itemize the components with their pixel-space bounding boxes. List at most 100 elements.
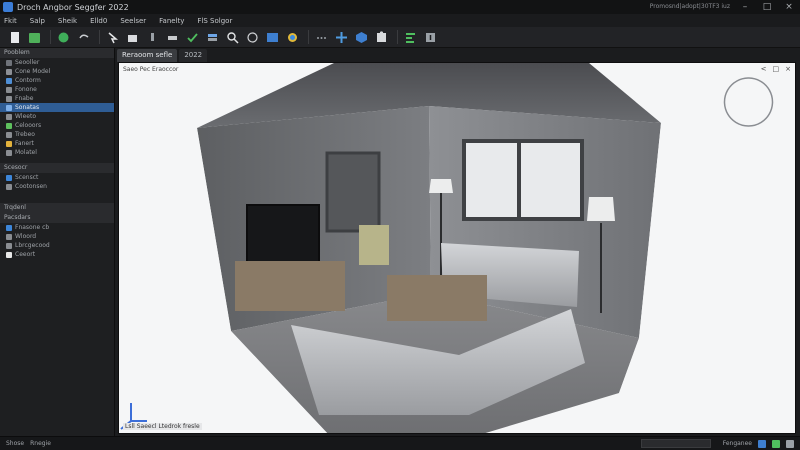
- status-fenganee[interactable]: Fenganee: [723, 440, 752, 447]
- menu-item-salp[interactable]: Salp: [30, 17, 45, 25]
- status-shose[interactable]: Shose: [6, 440, 24, 447]
- sidebar-item-rows_c-1[interactable]: Wloord: [0, 232, 114, 241]
- tree-node-icon: [6, 233, 12, 240]
- pen-icon[interactable]: [144, 29, 161, 45]
- tab-2022[interactable]: 2022: [179, 49, 208, 62]
- room-render[interactable]: [119, 63, 796, 434]
- window-controls: – □ ×: [734, 0, 800, 14]
- sidebar-item-label: Contorm: [15, 77, 41, 84]
- sidebar-item-label: Fonone: [15, 86, 37, 93]
- select-icon[interactable]: [104, 29, 121, 45]
- sidebar-item-rows_c-3[interactable]: Ceeort: [0, 250, 114, 259]
- toolbar-separator: [50, 30, 51, 44]
- sidebar-item-rows_c-0[interactable]: Fnasone cb: [0, 223, 114, 232]
- title-right-text: Promosnd|adopt|30TF3 iuz: [649, 3, 730, 10]
- sidebar-item-rows_a-0[interactable]: Seooller: [0, 58, 114, 67]
- floor-lamp-right-shade: [587, 197, 615, 221]
- globe-icon[interactable]: [55, 29, 72, 45]
- sidebar-item-rows_a-3[interactable]: Fonone: [0, 85, 114, 94]
- sidebar-item-rows_a-8[interactable]: Trebeo: [0, 130, 114, 139]
- title-bar: Droch Angbor Seggfer 2022 Promosnd|adopt…: [0, 0, 800, 14]
- tv-stand: [235, 261, 345, 311]
- menu-bar: Fkit Salp Sheik Elld0 Seelser Fanelty Fl…: [0, 14, 800, 27]
- sidebar-item-label: Trebeo: [15, 131, 35, 138]
- wall-picture-frame: [325, 151, 381, 233]
- status-rnegie[interactable]: Rnegie: [30, 440, 51, 447]
- sidebar-item-label: Wloord: [15, 233, 37, 240]
- status-green-icon[interactable]: [772, 439, 780, 448]
- zoom-icon[interactable]: [224, 29, 241, 45]
- scene-explorer-sidebar: Pooblem Seooller Cone Model Contorm Fonone F…: [0, 48, 115, 436]
- tab-reraoom-sefle[interactable]: Reraoom sefle: [117, 49, 178, 62]
- sidebar-item-label: Fnasone cb: [15, 224, 50, 231]
- undo-icon[interactable]: [75, 29, 92, 45]
- viewcube-icon[interactable]: [723, 77, 774, 127]
- menu-item-elld0[interactable]: Elld0: [90, 17, 107, 25]
- tree-node-icon: [6, 68, 12, 75]
- status-blue-icon[interactable]: [758, 439, 766, 448]
- puzzle-icon[interactable]: [373, 29, 390, 45]
- tv-screen: [246, 204, 320, 264]
- sidebar-item-rows_a-2[interactable]: Contorm: [0, 76, 114, 85]
- dots-icon[interactable]: [313, 29, 330, 45]
- close-button[interactable]: ×: [778, 0, 800, 14]
- save-icon[interactable]: [26, 29, 43, 45]
- status-search-field[interactable]: [640, 439, 711, 448]
- sidebar-item-rows_b-0[interactable]: Scensct: [0, 173, 114, 182]
- tree-node-icon: [6, 149, 12, 156]
- render-icon[interactable]: [284, 29, 301, 45]
- document-tabs: Reraoom sefle 2022: [115, 48, 800, 62]
- sidebar-item-label: Ceeort: [15, 251, 36, 258]
- minimize-button[interactable]: –: [734, 0, 756, 14]
- menu-item-fkit[interactable]: Fkit: [4, 17, 17, 25]
- toolbar-separator: [99, 30, 100, 44]
- menu-item-seelser[interactable]: Seelser: [120, 17, 146, 25]
- menu-item-fanelty[interactable]: Fanelty: [159, 17, 184, 25]
- coffee-table: [387, 275, 487, 321]
- window-title: Droch Angbor Seggfer 2022: [17, 2, 129, 12]
- align-icon[interactable]: [402, 29, 419, 45]
- tree-group-a: Seooller Cone Model Contorm Fonone Fnabe Sona…: [0, 58, 114, 157]
- sidebar-item-rows_a-6[interactable]: Wleeto: [0, 112, 114, 121]
- box-icon[interactable]: [124, 29, 141, 45]
- tree-node-icon: [6, 224, 12, 231]
- viewport-maximize-button[interactable]: □: [773, 65, 780, 73]
- app-icon: [3, 2, 13, 12]
- tree-group-c: Fnasone cb Wloord Lbrcgecood Ceeort: [0, 223, 114, 259]
- sidebar-item-rows_c-2[interactable]: Lbrcgecood: [0, 241, 114, 250]
- sidebar-item-label: Lbrcgecood: [15, 242, 50, 249]
- sidebar-item-rows_a-4[interactable]: Fnabe: [0, 94, 114, 103]
- status-bar: Shose Rnegie Fenganee: [0, 436, 800, 450]
- tree-node-icon: [6, 59, 12, 66]
- sidebar-item-rows_a-10[interactable]: Molatel: [0, 148, 114, 157]
- viewport-close-button[interactable]: ×: [785, 65, 791, 73]
- sidebar-item-rows_a-9[interactable]: Fanert: [0, 139, 114, 148]
- maximize-button[interactable]: □: [756, 0, 778, 14]
- image-icon[interactable]: [264, 29, 281, 45]
- 3d-viewport[interactable]: Saeo Pec Eraoccor < □ × Lsll Saeecl Lted…: [118, 62, 796, 434]
- sidebar-item-rows_b-1[interactable]: Cootonsen: [0, 182, 114, 191]
- new-file-icon[interactable]: [6, 29, 23, 45]
- layers-icon[interactable]: [204, 29, 221, 45]
- menu-item-sheik[interactable]: Sheik: [58, 17, 77, 25]
- tree-node-icon: [6, 131, 12, 138]
- status-gray-icon[interactable]: [786, 439, 794, 448]
- check-icon[interactable]: [184, 29, 201, 45]
- eraser-icon[interactable]: [164, 29, 181, 45]
- cube-icon[interactable]: [353, 29, 370, 45]
- move-icon[interactable]: [333, 29, 350, 45]
- toolbar: [0, 27, 800, 48]
- menu-item-fls-solgor[interactable]: FlS Solgor: [197, 17, 232, 25]
- coordinate-readout: Lsll Saeecl Ltedrok fresle: [123, 423, 202, 430]
- sidebar-item-rows_a-5[interactable]: Sonatas: [0, 103, 114, 112]
- orbit-icon[interactable]: [244, 29, 261, 45]
- sidebar-item-label: Cootonsen: [15, 183, 47, 190]
- viewport-prev-button[interactable]: <: [761, 65, 767, 73]
- tree-group-b: Scensct Cootonsen: [0, 173, 114, 191]
- room-scene: [119, 63, 795, 433]
- sidebar-item-rows_a-1[interactable]: Cone Model: [0, 67, 114, 76]
- export-icon[interactable]: [422, 29, 439, 45]
- tree-node-icon: [6, 140, 12, 147]
- sidebar-item-rows_a-7[interactable]: Celooors: [0, 121, 114, 130]
- sidebar-item-label: Molatel: [15, 149, 37, 156]
